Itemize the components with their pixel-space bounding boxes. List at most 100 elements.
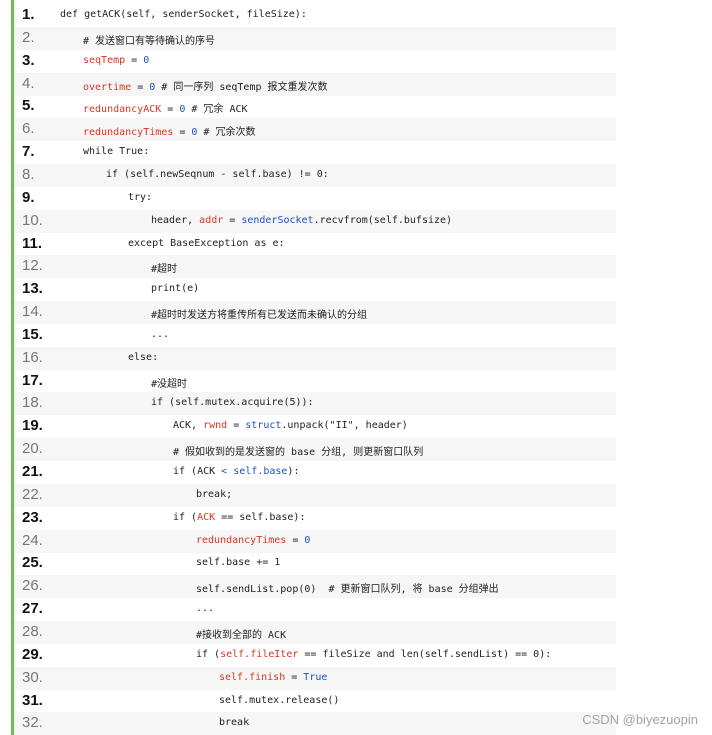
code-token: header, [151, 214, 200, 226]
code-text: self.finish = True [219, 672, 327, 683]
code-line: 8. if (self.newSeqnum - self.base) != 0: [14, 163, 616, 187]
code-line: 9. try: [14, 187, 616, 210]
code-text: overtime = 0 # 同一序列 seqTemp 报文重发次数 [83, 78, 328, 93]
line-number: 22. [22, 485, 43, 503]
code-token: = [286, 534, 305, 546]
code-line: 12. #超时 [14, 255, 616, 279]
code-text: def getACK(self, senderSocket, fileSize)… [60, 9, 307, 20]
code-token: redundancyACK [83, 104, 162, 116]
code-token: .recvfrom(self.bufsize) [313, 214, 453, 226]
code-line: 1. def getACK(self, senderSocket, fileSiz… [14, 4, 616, 27]
code-token: print(e) [151, 283, 200, 295]
code-text: redundancyTimes = 0 # 冗余次数 [83, 123, 255, 138]
code-token: = [131, 81, 150, 93]
line-number: 5. [22, 97, 35, 115]
code-text: if (self.mutex.acquire(5)): [151, 397, 314, 408]
code-token: True [303, 671, 328, 683]
code-token: def getACK(self, senderSocket, fileSize)… [60, 9, 307, 20]
code-text: if (ACK < self.base): [173, 466, 299, 477]
code-token: #超时时发送方将重传所有已发送而未确认的分组 [151, 310, 368, 322]
line-number: 12. [22, 257, 43, 275]
code-token: ACK, [173, 420, 204, 432]
code-token: self.finish [219, 671, 286, 683]
code-line: 3. seqTemp = 0 [14, 50, 616, 73]
code-token: if (self.mutex.acquire(5)): [151, 397, 314, 409]
code-line: 29. if (self.fileIter == fileSize and len… [14, 644, 616, 667]
code-text: else: [128, 352, 158, 363]
code-line: 10. header, addr = senderSocket.recvfrom(… [14, 209, 616, 233]
code-line: 17. #没超时 [14, 370, 616, 393]
code-line: 15.... [14, 324, 616, 347]
line-number: 25. [22, 554, 43, 572]
code-line: 4. overtime = 0 # 同一序列 seqTemp 报文重发次数 [14, 72, 616, 96]
code-token: if (self.newSeqnum - self.base) != 0: [106, 168, 329, 180]
code-line: 13. print(e) [14, 278, 616, 301]
watermark: CSDN @biyezuopin [582, 712, 698, 727]
code-line: 24. redundancyTimes = 0 [14, 529, 616, 553]
code-token: rwnd [203, 420, 228, 432]
code-text: break; [196, 489, 232, 500]
code-token: struct [245, 420, 282, 432]
code-token: #没超时 [151, 378, 188, 390]
code-token: break [219, 717, 250, 729]
line-number: 2. [22, 28, 35, 46]
code-text: self.base += 1 [196, 557, 280, 568]
code-text: self.sendList.pop(0) # 更新窗口队列, 将 base 分组… [196, 580, 499, 595]
code-line: 14. #超时时发送方将重传所有已发送而未确认的分组 [14, 301, 616, 325]
code-token: # 冗余次数 [197, 127, 256, 139]
code-line: 22. break; [14, 483, 616, 507]
line-number: 20. [22, 440, 43, 458]
code-text: while True: [83, 146, 149, 157]
line-number: 10. [22, 211, 43, 229]
code-text: ... [196, 603, 214, 614]
code-line: 16. else: [14, 346, 616, 370]
code-token: self.mutex.release() [219, 694, 340, 706]
code-line: 19. ACK, rwnd = struct.unpack("II", heade… [14, 415, 616, 438]
code-line: 2. # 发送窗口有等待确认的序号 [14, 26, 616, 50]
code-line: 25. self.base += 1 [14, 552, 616, 575]
code-line: 21. if (ACK < self.base): [14, 461, 616, 484]
code-token: seqTemp [83, 54, 126, 66]
code-token: = [223, 214, 242, 226]
code-token: # 假如收到的是发送窗的 base 分组, 则更新窗口队列 [173, 447, 424, 459]
code-token: else: [128, 351, 159, 363]
line-number: 30. [22, 668, 43, 686]
code-text: seqTemp = 0 [83, 55, 149, 66]
line-number: 29. [22, 645, 43, 663]
code-token: try: [128, 191, 153, 203]
code-token: self.base += 1 [196, 557, 281, 569]
line-number: 23. [22, 508, 43, 526]
code-text: header, addr = senderSocket.recvfrom(sel… [151, 215, 452, 226]
line-number: 27. [22, 600, 43, 618]
code-token: self.sendList.pop(0) # 更新窗口队列, 将 base 分组… [196, 584, 499, 596]
code-token: # 冗余 ACK [185, 104, 248, 116]
code-line: 18. if (self.mutex.acquire(5)): [14, 392, 616, 416]
line-number: 13. [22, 280, 43, 298]
code-text: redundancyTimes = 0 [196, 535, 310, 546]
line-number: 1. [22, 6, 35, 23]
code-token: = [125, 54, 144, 66]
code-token: = [285, 671, 304, 683]
code-text: #接收到全部的 ACK [196, 626, 286, 641]
code-text: #超时时发送方将重传所有已发送而未确认的分组 [151, 306, 367, 321]
line-number: 17. [22, 371, 43, 389]
code-text: print(e) [151, 283, 199, 294]
code-text: #没超时 [151, 375, 187, 390]
line-number: 3. [22, 51, 35, 69]
line-number: 14. [22, 303, 43, 321]
code-token: #超时 [151, 264, 178, 276]
code-token: redundancyTimes [83, 127, 174, 139]
code-text: redundancyACK = 0 # 冗余 ACK [83, 100, 248, 115]
code-text: ... [151, 329, 169, 340]
code-line: 5. redundancyACK = 0 # 冗余 ACK [14, 95, 616, 118]
code-text: if (ACK == self.base): [173, 512, 305, 523]
code-token: = [227, 420, 246, 432]
code-text: except BaseException as e: [128, 238, 285, 249]
code-token: .unpack("II", header) [281, 420, 408, 432]
code-token: while True: [83, 146, 150, 158]
code-text: #超时 [151, 260, 177, 275]
code-line: 32. break [14, 712, 616, 735]
line-number: 21. [22, 463, 43, 480]
line-number: 26. [22, 577, 43, 595]
code-line: 20. # 假如收到的是发送窗的 base 分组, 则更新窗口队列 [14, 438, 616, 462]
